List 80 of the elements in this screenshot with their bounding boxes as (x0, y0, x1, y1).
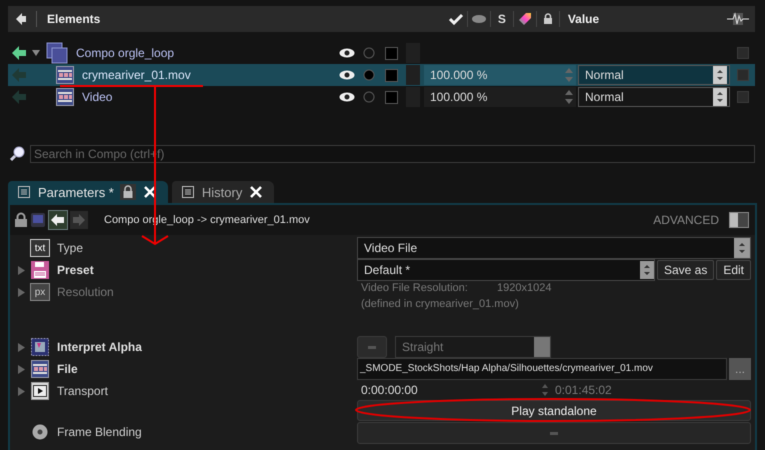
solo-circle-icon[interactable] (363, 91, 375, 103)
opacity-field[interactable]: 100.000 % (424, 65, 576, 85)
close-icon[interactable] (250, 186, 262, 198)
lock-icon[interactable] (120, 184, 136, 200)
film-strip-icon (56, 88, 74, 106)
blend-mode-select[interactable]: Normal (578, 87, 730, 107)
stacked-squares-icon (46, 42, 68, 64)
toggle-button[interactable] (357, 336, 387, 358)
search-icon (10, 146, 26, 162)
element-row[interactable]: Video 100.000 % Normal (8, 86, 755, 108)
preset-button[interactable]: Edit (716, 260, 751, 280)
duration-value: 0:01:45:02 (555, 383, 612, 397)
info-label: Video File Resolution: (361, 282, 469, 294)
stepper-icon[interactable] (713, 66, 727, 84)
element-name: crymeariver_01.mov (82, 68, 191, 82)
checkmark-icon[interactable] (448, 13, 463, 25)
expand-triangle-icon[interactable] (18, 364, 24, 374)
info-value: 1920x1024 (497, 282, 552, 294)
solo-column-label[interactable]: S (498, 12, 506, 26)
element-row[interactable]: Compo orgle_loop (8, 42, 755, 64)
panel-title: Elements (47, 12, 102, 26)
panel-tab[interactable]: Parameters * (8, 181, 168, 203)
eye-icon[interactable] (339, 92, 355, 102)
parameter-label: Interpret Alpha (56, 339, 143, 356)
preset-select[interactable]: Default * (357, 259, 655, 281)
checker-image-icon (31, 338, 49, 356)
eye-icon[interactable] (339, 48, 355, 58)
parameter-label: Resolution (56, 284, 115, 301)
text-box-icon: txt (30, 239, 50, 257)
checkbox[interactable] (736, 91, 748, 103)
value-column-label: Value (568, 12, 600, 26)
lock-icon[interactable] (542, 13, 553, 25)
info-note: (defined in crymeariver_01.mov) (361, 298, 519, 310)
tag-icon[interactable] (518, 12, 532, 26)
time-value[interactable]: 0:00:00:00 (361, 383, 541, 397)
stepper-icon[interactable] (564, 89, 574, 105)
panel-tab[interactable]: History (172, 181, 274, 203)
pixel-box-icon: px (30, 283, 50, 301)
toggle-button[interactable] (357, 422, 751, 444)
solo-circle-icon[interactable] (363, 69, 375, 81)
element-name: Video (82, 90, 112, 104)
disc-icon (32, 424, 48, 440)
parameter-label: Type (56, 240, 84, 257)
parameter-label: Frame Blending (56, 424, 143, 441)
close-icon[interactable] (144, 186, 156, 198)
opacity-field[interactable]: 100.000 % (424, 87, 576, 107)
stepper-icon[interactable] (713, 88, 727, 106)
expand-triangle-icon[interactable] (18, 266, 24, 274)
color-swatch[interactable] (384, 68, 398, 82)
color-swatch[interactable] (384, 46, 398, 60)
list-icon (182, 186, 194, 198)
stepper-icon[interactable] (640, 261, 654, 279)
blend-mode-select[interactable]: Normal (578, 65, 730, 85)
checkbox[interactable] (736, 69, 748, 81)
preset-button[interactable]: Save as (656, 260, 714, 280)
element-name: Compo orgle_loop (76, 46, 174, 60)
lock-icon[interactable] (14, 212, 28, 228)
parameter-label: Transport (56, 383, 109, 400)
expand-triangle-icon[interactable] (32, 49, 40, 57)
expand-triangle-icon[interactable] (18, 386, 24, 396)
advanced-toggle[interactable] (729, 212, 749, 228)
type-select[interactable]: Video File (357, 237, 751, 259)
checkbox[interactable] (736, 47, 748, 59)
stepper-icon[interactable] (734, 238, 750, 258)
play-icon (31, 382, 49, 400)
parameter-label: File (56, 361, 79, 378)
advanced-label: ADVANCED (653, 213, 719, 227)
parameter-label: Preset (56, 262, 95, 279)
waveform-icon[interactable] (727, 11, 750, 27)
back-arrow-icon[interactable] (14, 12, 28, 26)
eye-icon[interactable] (339, 70, 355, 80)
expand-triangle-icon[interactable] (18, 342, 24, 352)
list-icon (18, 186, 30, 198)
film-strip-icon (56, 66, 74, 84)
element-row[interactable]: crymeariver_01.mov 100.000 % Normal (8, 64, 755, 86)
solo-circle-icon[interactable] (363, 47, 375, 59)
color-swatch[interactable] (384, 90, 398, 104)
film-strip-icon (31, 360, 49, 378)
file-path-field[interactable]: _SMODE_StockShots/Hap Alpha/Silhouettes/crymeariver_01.mov (357, 358, 727, 380)
arrow-left-icon[interactable] (11, 45, 27, 61)
